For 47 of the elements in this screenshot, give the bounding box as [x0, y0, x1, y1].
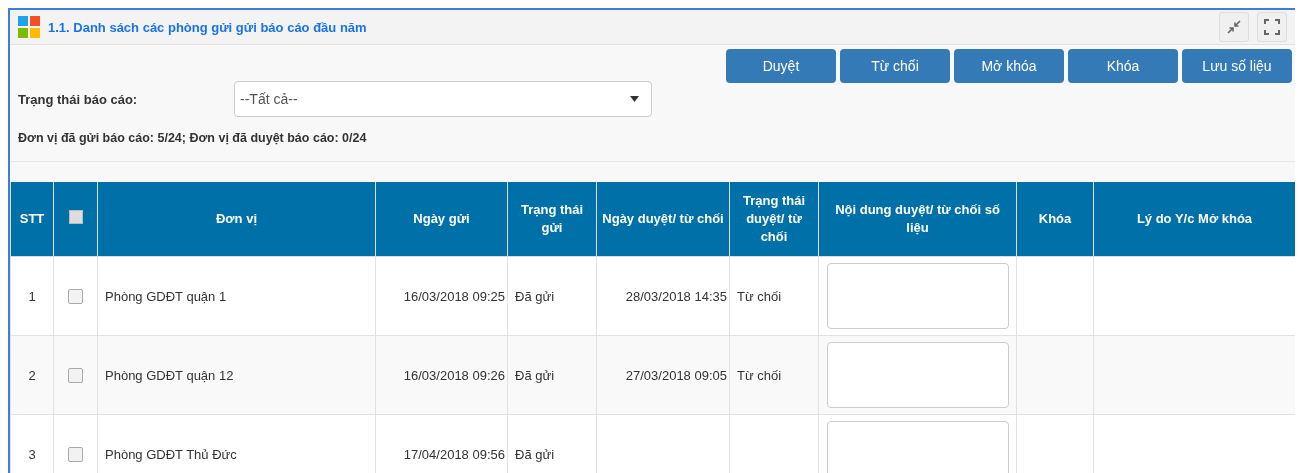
column-header: Khóa	[1016, 182, 1094, 257]
fullscreen-button[interactable]	[1257, 12, 1287, 42]
table-cell: 27/03/2018 09:05	[596, 335, 730, 415]
fullscreen-icon	[1264, 19, 1280, 35]
column-header: Lý do Y/c Mở khóa	[1093, 182, 1295, 257]
dropdown-caret-icon	[630, 96, 639, 102]
column-header: Ngày duyệt/ từ chối	[596, 182, 730, 257]
table-cell: 3	[10, 414, 54, 473]
table-cell: 2	[10, 335, 54, 415]
table-cell: Từ chối	[729, 335, 819, 415]
comment-field[interactable]	[826, 342, 1009, 408]
table-cell: Đã gửi	[507, 256, 597, 336]
table-cell: Đã gửi	[507, 414, 597, 473]
table-cell: Phòng GDĐT quận 12	[97, 335, 376, 415]
collapse-button[interactable]	[1219, 12, 1249, 42]
collapse-icon	[1227, 20, 1241, 34]
action-button[interactable]: Khóa	[1068, 49, 1178, 83]
column-header: Trạng thái duyệt/ từ chối	[729, 182, 819, 257]
column-header: Trạng thái gửi	[507, 182, 597, 257]
summary-text: Đơn vị đã gửi báo cáo: 5/24; Đơn vị đã duyệt báo cáo: 0/24	[17, 130, 368, 145]
column-header: STT	[10, 182, 54, 257]
action-button[interactable]: Mở khóa	[954, 49, 1064, 83]
table-cell: Phòng GDĐT Thủ Đức	[97, 414, 376, 473]
app-grid-icon	[18, 16, 40, 38]
table-cell: 16/03/2018 09:25	[375, 256, 508, 336]
action-button[interactable]: Duyệt	[726, 49, 836, 83]
table-cell: 1	[10, 256, 54, 336]
status-dropdown[interactable]: --Tất cả--	[234, 81, 652, 117]
column-header: Đơn vị	[97, 182, 376, 257]
row-checkbox[interactable]	[68, 289, 83, 305]
table-cell: 17/04/2018 09:56	[375, 414, 508, 473]
select-all-checkbox[interactable]	[68, 209, 83, 224]
action-button[interactable]: Lưu số liệu	[1182, 49, 1292, 83]
action-button[interactable]: Từ chối	[840, 49, 950, 83]
comment-field[interactable]	[826, 421, 1009, 473]
panel-title: 1.1. Danh sách các phòng gửi gửi báo cáo đầu năm	[48, 19, 368, 35]
table-cell: Phòng GDĐT quận 1	[97, 256, 376, 336]
row-checkbox[interactable]	[68, 447, 83, 463]
table-cell: 28/03/2018 14:35	[596, 256, 730, 336]
table-cell: 16/03/2018 09:26	[375, 335, 508, 415]
filter-label: Trạng thái báo cáo:	[18, 91, 139, 107]
table-cell: Từ chối	[729, 256, 819, 336]
comment-field[interactable]	[826, 263, 1009, 329]
row-checkbox[interactable]	[68, 368, 83, 384]
column-header: Nội dung duyệt/ từ chối số liệu	[818, 182, 1017, 257]
column-header: Ngày gửi	[375, 182, 508, 257]
table-cell: Đã gửi	[507, 335, 597, 415]
